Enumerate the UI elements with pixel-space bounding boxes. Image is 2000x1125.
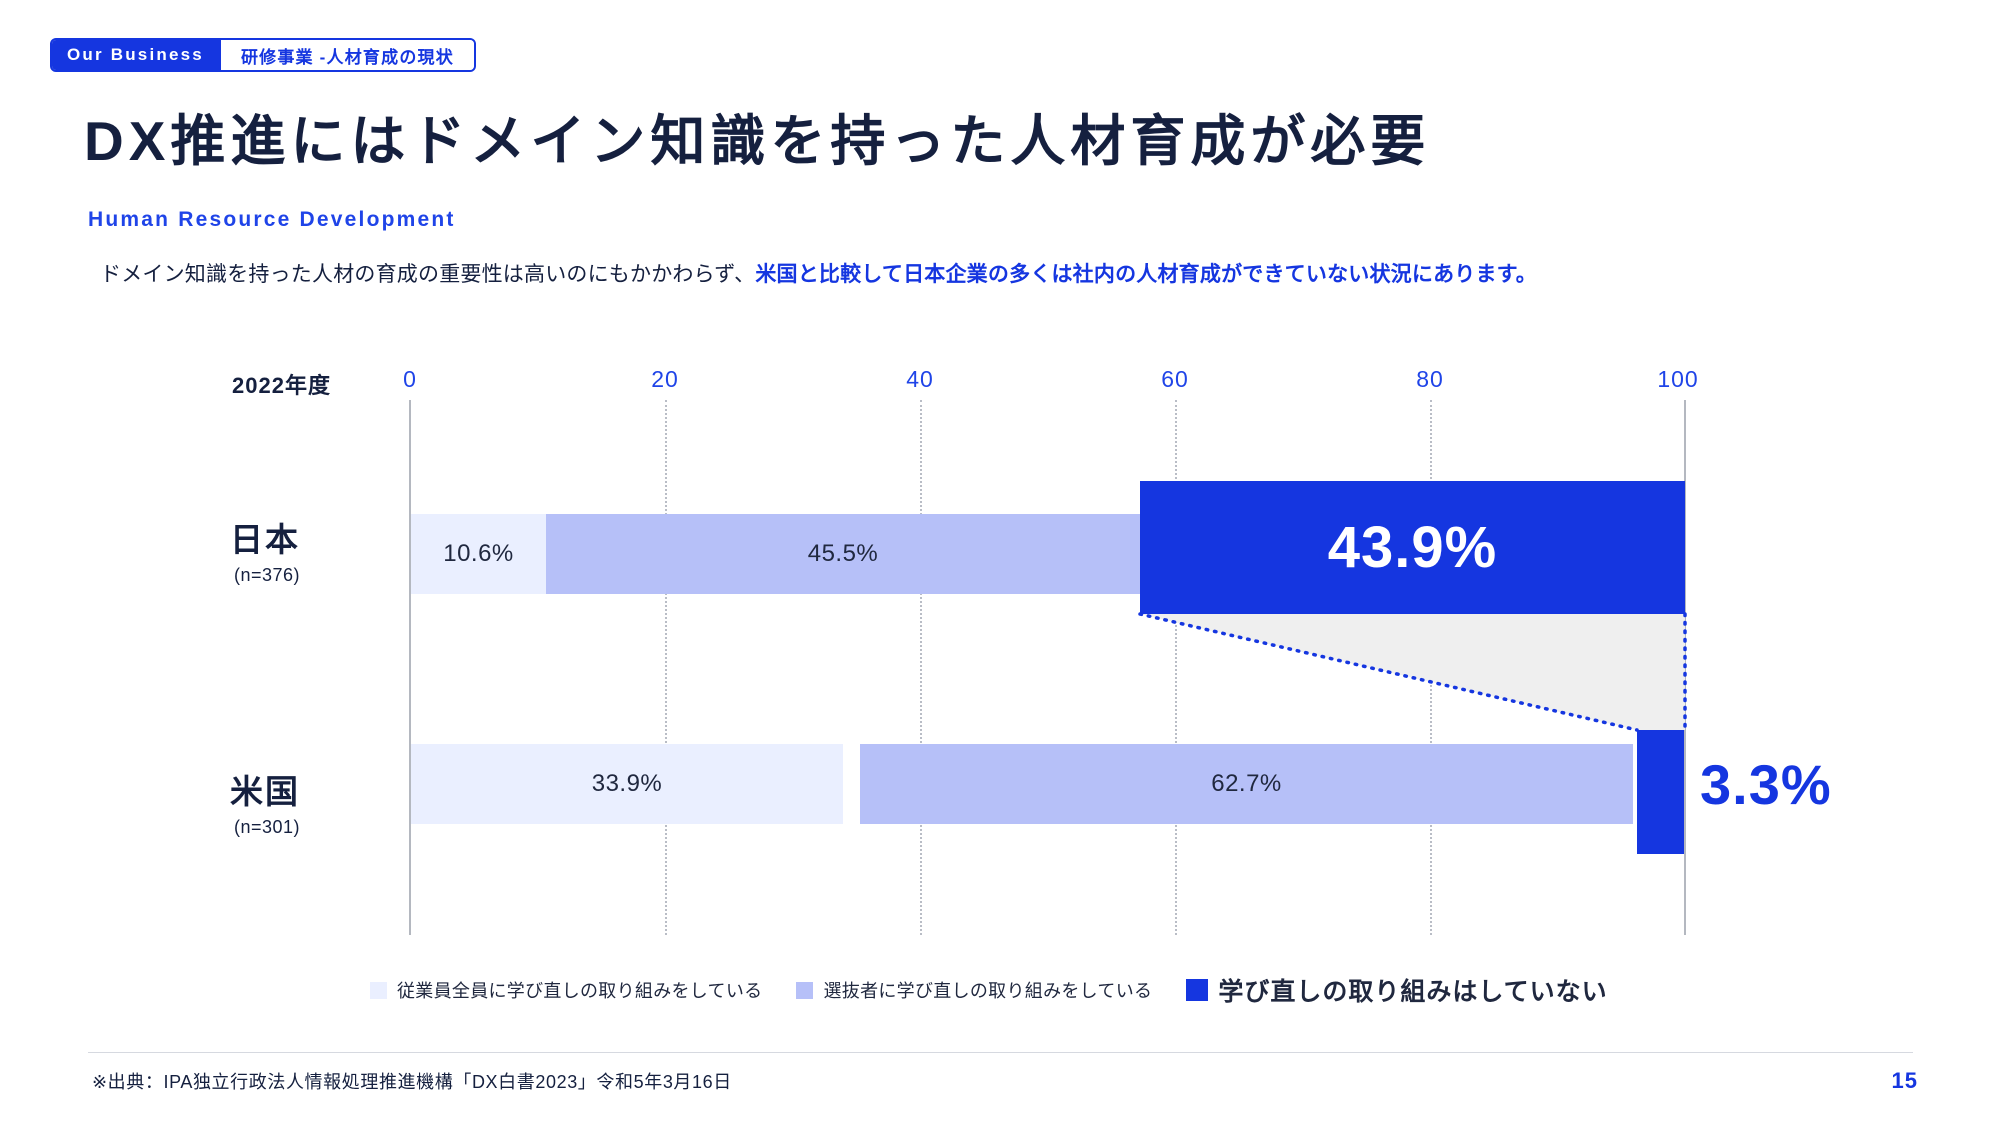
- bar-us-no-reskilling[interactable]: [1637, 730, 1684, 854]
- row-label-us-n: (n=301): [233, 817, 300, 837]
- bar-japan-selected-employees[interactable]: 45.5%: [546, 514, 1140, 594]
- legend-swatch-selected-employees: [796, 981, 814, 999]
- legend-item-no-reskilling[interactable]: 学び直しの取り組みはしていない: [1186, 972, 1607, 1008]
- bar-japan-no-reskilling-value: 43.9%: [1327, 515, 1498, 580]
- chart-legend: 従業員全員に学び直しの取り組みをしている 選抜者に学び直しの取り組みをしている …: [370, 972, 1608, 1008]
- bar-us-all-employees-value: 33.9%: [591, 770, 663, 797]
- legend-label-selected-employees: 選抜者に学び直しの取り組みをしている: [823, 981, 1153, 1001]
- legend-label-no-reskilling: 学び直しの取り組みはしていない: [1218, 978, 1608, 1006]
- legend-label-all-employees: 従業員全員に学び直しの取り組みをしている: [397, 981, 763, 1001]
- row-label-japan-n: (n=376): [233, 565, 300, 585]
- bar-japan-all-employees[interactable]: 10.6%: [411, 514, 546, 594]
- legend-item-all-employees[interactable]: 従業員全員に学び直しの取り組みをしている: [370, 977, 762, 1003]
- footer-divider: [88, 1052, 1913, 1053]
- row-label-us-name: 米国: [230, 773, 300, 810]
- page-number: 15: [1891, 1068, 1918, 1093]
- stacked-bar-chart: 2022年度 0 20 40 60 80 100 日本 (n=376) 10.6…: [0, 0, 2000, 1125]
- bar-us-selected-employees[interactable]: 62.7%: [860, 744, 1633, 824]
- legend-swatch-no-reskilling: [1186, 979, 1209, 1001]
- row-label-japan-name: 日本: [230, 521, 300, 558]
- row-label-japan: 日本 (n=376): [80, 513, 300, 586]
- legend-item-selected-employees[interactable]: 選抜者に学び直しの取り組みをしている: [796, 977, 1152, 1003]
- bar-japan-all-employees-value: 10.6%: [443, 540, 514, 567]
- source-citation: ※出典：IPA独立行政法人情報処理推進機構「DX白書2023」令和5年3月16日: [92, 1072, 732, 1092]
- bar-japan-selected-employees-value: 45.5%: [807, 540, 879, 567]
- legend-swatch-all-employees: [370, 981, 387, 999]
- bar-us-selected-employees-value: 62.7%: [1211, 770, 1282, 797]
- row-label-us: 米国 (n=301): [80, 765, 300, 838]
- bar-japan-no-reskilling[interactable]: 43.9%: [1140, 481, 1685, 614]
- callout-us-no-reskilling: 3.3%: [1700, 753, 1832, 816]
- bar-us-all-employees[interactable]: 33.9%: [411, 744, 843, 824]
